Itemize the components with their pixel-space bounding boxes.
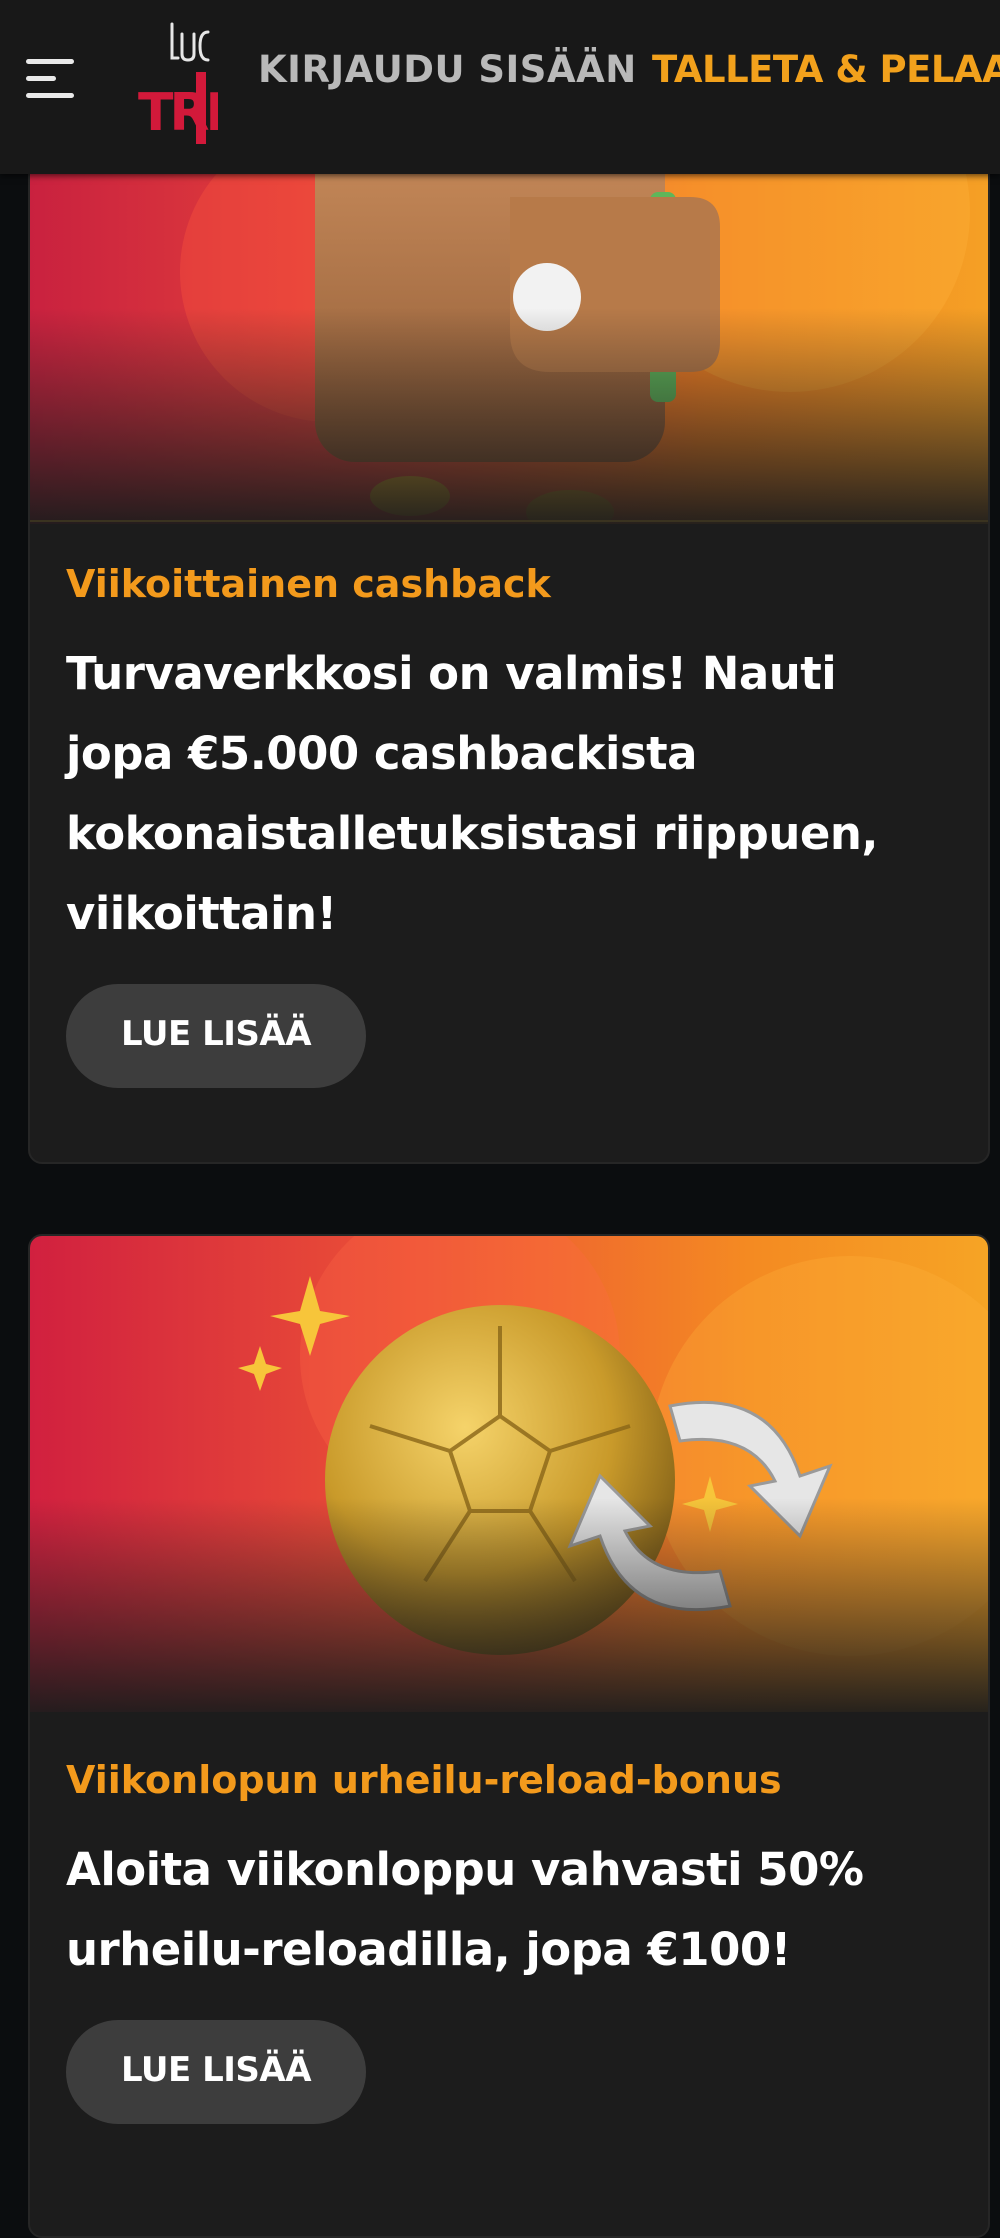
- hamburger-menu-icon[interactable]: [22, 55, 78, 105]
- promo-description: Aloita viikonloppu vahvasti 50% urheilu-…: [66, 1843, 864, 1976]
- promo-banner: [30, 1236, 988, 1712]
- read-more-button[interactable]: LUE LISÄÄ: [66, 2020, 366, 2124]
- promo-description: Turvaverkkosi on valmis! Nauti jopa €5.0…: [66, 647, 879, 940]
- golden-football-reload-icon: [30, 1236, 988, 1712]
- deposit-and-play-link[interactable]: TALLETA & PELAA: [652, 48, 1000, 91]
- read-more-button[interactable]: LUE LISÄÄ: [66, 984, 366, 1088]
- promo-card-sports-reload: Viikonlopun urheilu-reload-bonus Aloita …: [28, 1234, 990, 2238]
- top-header: TRI KIRJAUDU SISÄÄN TALLETA & PELAA: [0, 0, 1000, 174]
- luckytri-logo[interactable]: TRI: [138, 20, 218, 144]
- promo-tag: Viikoittainen cashback: [66, 562, 551, 606]
- login-link[interactable]: KIRJAUDU SISÄÄN: [258, 48, 637, 91]
- promo-tag: Viikonlopun urheilu-reload-bonus: [66, 1758, 782, 1802]
- promo-card-cashback: Viikoittainen cashback Turvaverkkosi on …: [28, 90, 990, 1164]
